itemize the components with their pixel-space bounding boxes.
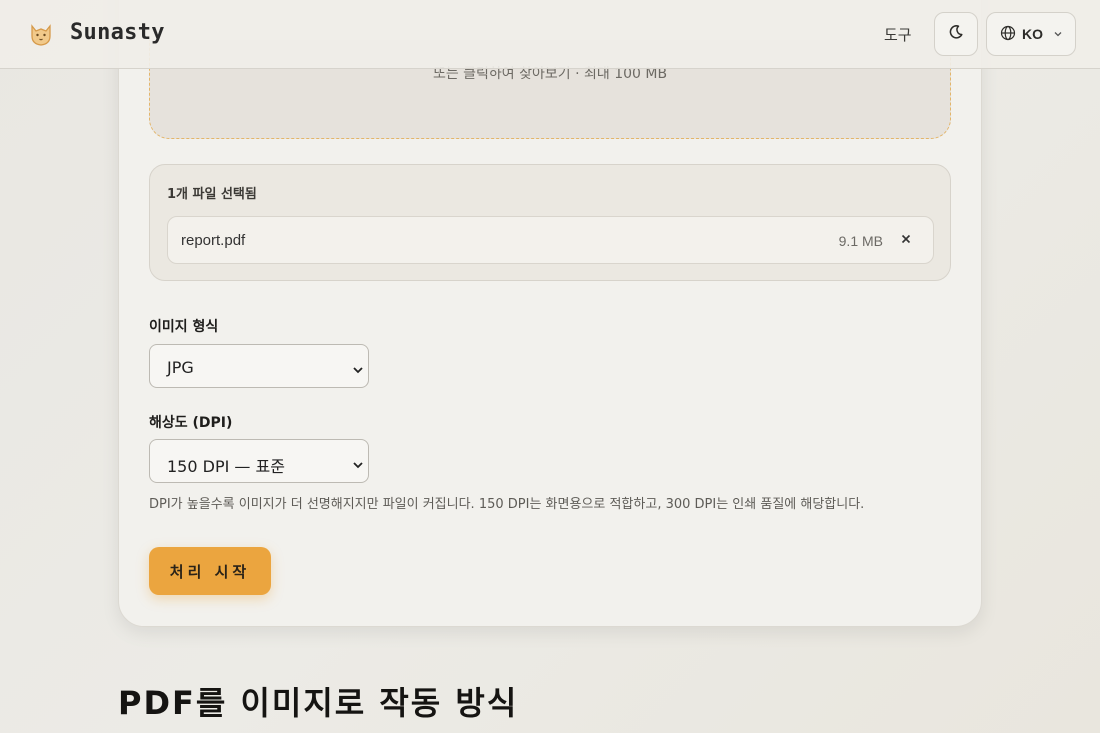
dpi-label: 해상도 (DPI) [149,415,233,431]
language-select-button[interactable]: KO [986,12,1076,56]
files-count-label: 1개 파일 선택됨 [167,187,257,202]
chevron-down-icon [352,362,364,374]
dpi-select[interactable]: 150 DPI — 표준 [149,439,369,483]
top-header: Sunasty 도구 KO [0,0,1100,69]
start-processing-button[interactable]: 처리 시작 [149,547,271,595]
format-select[interactable]: JPG [149,344,369,388]
language-label: KO [1022,26,1043,42]
dpi-help-text: DPI가 높을수록 이미지가 더 선명해지지만 파일이 커집니다. 150 DP… [149,497,865,512]
dpi-select-value: 150 DPI — 표준 [167,457,285,476]
remove-file-button[interactable] [897,231,915,249]
chevron-down-icon [1053,26,1063,42]
section-title: PDF를 이미지로 작동 방식 [118,684,519,722]
file-list-item: report.pdf 9.1 MB [167,216,934,264]
globe-icon [1000,25,1016,44]
file-size: 9.1 MB [838,233,883,249]
selected-files-panel: 1개 파일 선택됨 report.pdf 9.1 MB [149,164,951,281]
chevron-down-icon [352,457,364,469]
close-icon [901,231,911,249]
moon-icon [948,24,964,45]
format-select-value: JPG [167,358,194,377]
fox-logo-icon[interactable] [26,19,56,49]
format-label: 이미지 형식 [149,319,219,335]
nav-tools-link[interactable]: 도구 [884,24,912,45]
file-name: report.pdf [181,232,246,249]
brand-name[interactable]: Sunasty [70,20,165,45]
theme-toggle-button[interactable] [934,12,978,56]
